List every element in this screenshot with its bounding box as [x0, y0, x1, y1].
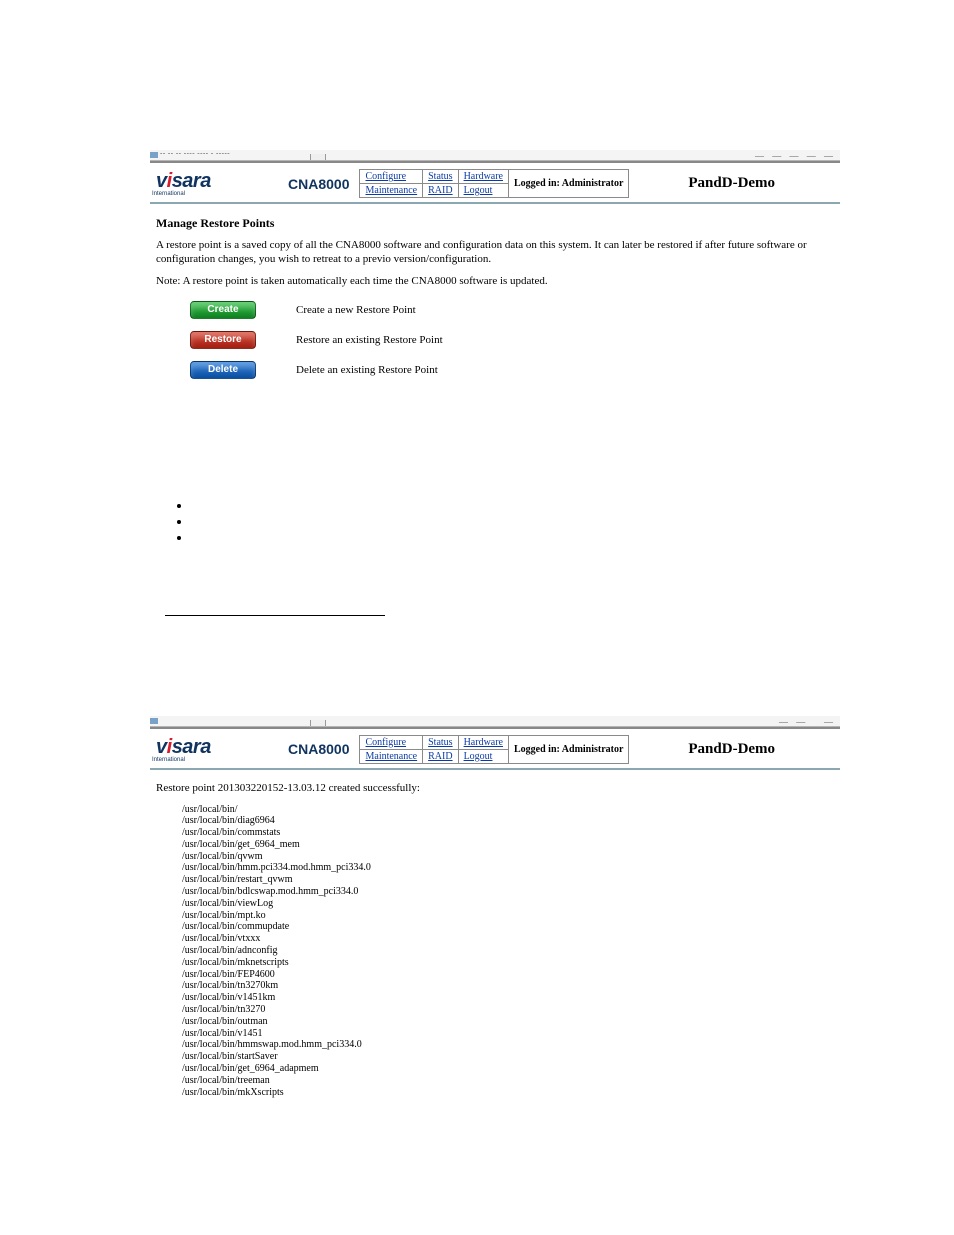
brand-v: v	[156, 170, 167, 192]
login-status: Logged in: Administrator	[509, 735, 629, 763]
create-description: Create a new Restore Point	[296, 304, 416, 316]
nav-logout[interactable]: Logout	[458, 749, 508, 763]
page-note: Note: A restore point is taken automatic…	[156, 275, 834, 287]
nav-table: Configure Status Hardware Logged in: Adm…	[359, 169, 629, 198]
product-name: CNA8000	[288, 741, 349, 757]
action-row-restore: Restore Restore an existing Restore Poin…	[190, 331, 834, 349]
nav-hardware[interactable]: Hardware	[458, 170, 508, 184]
nav-logout[interactable]: Logout	[458, 184, 508, 198]
action-row-delete: Delete Delete an existing Restore Point	[190, 361, 834, 379]
file-path: /usr/local/bin/mknetscripts	[182, 957, 834, 969]
page-description: A restore point is a saved copy of all t…	[156, 239, 834, 267]
document-divider	[165, 615, 385, 616]
file-path: /usr/local/bin/qvwm	[182, 851, 834, 863]
nav-maintenance[interactable]: Maintenance	[360, 184, 423, 198]
product-name: CNA8000	[288, 176, 349, 192]
main-content: Manage Restore Points A restore point is…	[150, 204, 840, 397]
brand-logo: visara International	[156, 170, 286, 197]
nav-configure[interactable]: Configure	[360, 170, 423, 184]
file-path: /usr/local/bin/tn3270	[182, 1004, 834, 1016]
window-controls-fragment: — — —	[779, 717, 836, 727]
nav-raid[interactable]: RAID	[423, 749, 458, 763]
restore-description: Restore an existing Restore Point	[296, 334, 443, 346]
file-path: /usr/local/bin/outman	[182, 1016, 834, 1028]
window-titlebar: -- -- -- ---- ---- - ----- — — — — —	[150, 150, 840, 161]
page-title: Manage Restore Points	[156, 216, 834, 231]
screenshot-restore-point-created: — — — visara International CNA8000 Confi…	[150, 716, 840, 1105]
file-path: /usr/local/bin/commstats	[182, 827, 834, 839]
file-path: /usr/local/bin/tn3270km	[182, 980, 834, 992]
screenshot-manage-restore-points: -- -- -- ---- ---- - ----- — — — — — vis…	[150, 150, 840, 397]
window-titlebar: — — —	[150, 716, 840, 727]
bullet-item	[192, 497, 478, 513]
environment-name: PandD-Demo	[629, 175, 834, 192]
file-path: /usr/local/bin/v1451km	[182, 992, 834, 1004]
file-path: /usr/local/bin/restart_qvwm	[182, 874, 834, 886]
app-header: visara International CNA8000 Configure S…	[150, 729, 840, 770]
brand-logo: visara International	[156, 736, 286, 763]
file-path: /usr/local/bin/diag6964	[182, 815, 834, 827]
nav-status[interactable]: Status	[423, 170, 458, 184]
file-list: /usr/local/bin//usr/local/bin/diag6964/u…	[182, 804, 834, 1099]
file-path: /usr/local/bin/bdlcswap.mod.hmm_pci334.0	[182, 886, 834, 898]
file-path: /usr/local/bin/adnconfig	[182, 945, 834, 957]
nav-configure[interactable]: Configure	[360, 735, 423, 749]
file-path: /usr/local/bin/hmm.pci334.mod.hmm_pci334…	[182, 862, 834, 874]
nav-raid[interactable]: RAID	[423, 184, 458, 198]
file-path: /usr/local/bin/v1451	[182, 1028, 834, 1040]
file-path: /usr/local/bin/get_6964_adapmem	[182, 1063, 834, 1075]
nav-hardware[interactable]: Hardware	[458, 735, 508, 749]
action-row-create: Create Create a new Restore Point	[190, 301, 834, 319]
result-message: Restore point 201303220152-13.03.12 crea…	[156, 782, 834, 794]
delete-description: Delete an existing Restore Point	[296, 364, 438, 376]
delete-button[interactable]: Delete	[190, 361, 256, 379]
nav-table: Configure Status Hardware Logged in: Adm…	[359, 735, 629, 764]
create-button[interactable]: Create	[190, 301, 256, 319]
window-title-fragment: -- -- -- ---- ---- - -----	[160, 150, 230, 157]
file-path: /usr/local/bin/viewLog	[182, 898, 834, 910]
environment-name: PandD-Demo	[629, 741, 834, 758]
bullet-item	[192, 529, 478, 545]
file-path: /usr/local/bin/startSaver	[182, 1051, 834, 1063]
brand-rest: sara	[172, 736, 211, 758]
nav-status[interactable]: Status	[423, 735, 458, 749]
bullet-item	[192, 513, 478, 529]
document-bullet-list	[178, 497, 478, 545]
login-status: Logged in: Administrator	[509, 170, 629, 198]
file-path: /usr/local/bin/hmmswap.mod.hmm_pci334.0	[182, 1039, 834, 1051]
file-path: /usr/local/bin/mpt.ko	[182, 910, 834, 922]
file-path: /usr/local/bin/mkXscripts	[182, 1087, 834, 1099]
app-header: visara International CNA8000 Configure S…	[150, 163, 840, 204]
brand-rest: sara	[172, 170, 211, 192]
brand-subtext: International	[152, 191, 185, 197]
tab-notch	[310, 154, 326, 161]
file-path: /usr/local/bin/vtxxx	[182, 933, 834, 945]
nav-maintenance[interactable]: Maintenance	[360, 749, 423, 763]
file-path: /usr/local/bin/treeman	[182, 1075, 834, 1087]
brand-subtext: International	[152, 757, 185, 763]
file-path: /usr/local/bin/	[182, 804, 834, 816]
window-controls-fragment: — — — — —	[755, 151, 836, 161]
file-path: /usr/local/bin/commupdate	[182, 921, 834, 933]
file-path: /usr/local/bin/FEP4600	[182, 969, 834, 981]
tab-notch	[310, 720, 326, 727]
brand-v: v	[156, 736, 167, 758]
restore-button[interactable]: Restore	[190, 331, 256, 349]
file-path: /usr/local/bin/get_6964_mem	[182, 839, 834, 851]
